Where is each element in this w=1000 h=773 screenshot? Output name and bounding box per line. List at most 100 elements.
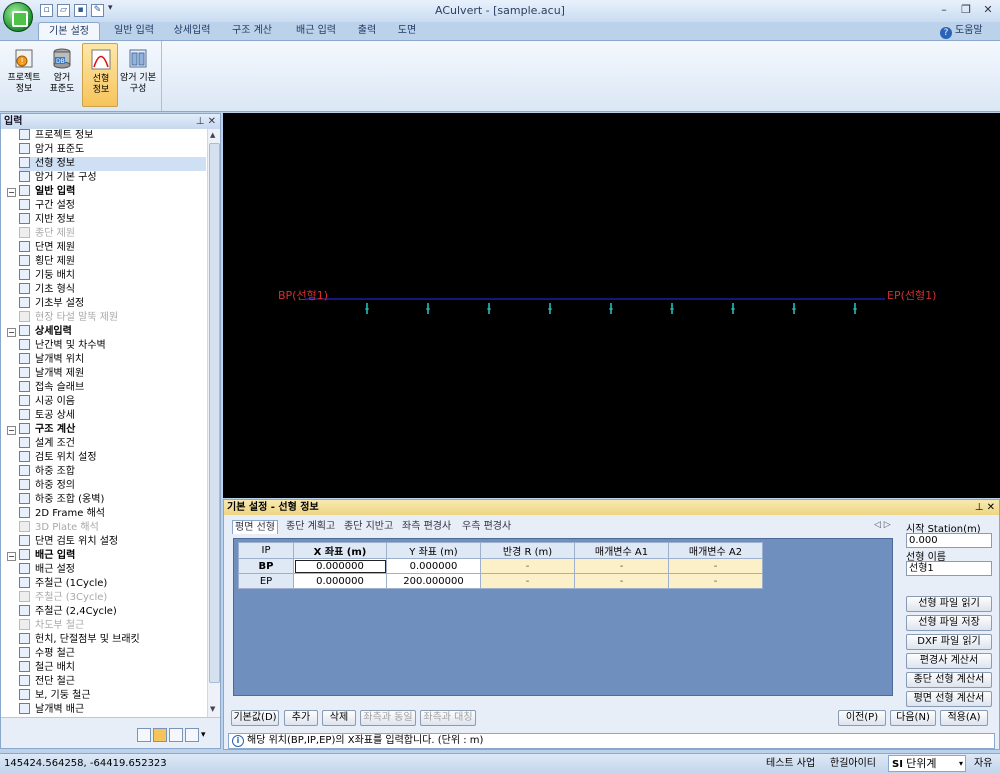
subtab-vertical-plan[interactable]: 종단 계획고	[286, 520, 335, 534]
alignment-name-input[interactable]: 선형1	[906, 561, 992, 576]
subtab-right-superelevation[interactable]: 우측 편경사	[462, 520, 511, 534]
cell-a2[interactable]: -	[668, 573, 763, 589]
next-button[interactable]: 다음(N)	[890, 710, 936, 726]
tree-item[interactable]: 횡단 제원	[19, 255, 206, 269]
new-file-icon[interactable]: ▫	[40, 4, 53, 17]
restore-button[interactable]: ❐	[956, 2, 976, 18]
tree-item[interactable]: 선형 정보	[19, 157, 206, 171]
tree-item[interactable]: 난간벽 및 차수벽	[19, 339, 206, 353]
collapse-toggle-icon[interactable]: −	[7, 552, 16, 561]
tree-item[interactable]: 검토 위치 설정	[19, 451, 206, 465]
tree-item[interactable]: 암거 기본 구성	[19, 171, 206, 185]
alignment-info-button[interactable]: 선형 정보	[82, 43, 118, 107]
toolbar-dropdown-icon[interactable]: ▾	[201, 730, 206, 740]
delete-button[interactable]: 삭제	[322, 710, 356, 726]
tree-item[interactable]: 2D Frame 해석	[19, 507, 206, 521]
collapse-toggle-icon[interactable]: −	[7, 328, 16, 337]
basic-layout-button[interactable]: 암거 기본 구성	[120, 43, 156, 107]
tree-group[interactable]: − 배근 입력	[7, 549, 206, 563]
cell-radius[interactable]: -	[480, 573, 575, 589]
tree-item[interactable]: 프로젝트 정보	[19, 129, 206, 143]
tree-item[interactable]: 토공 상세	[19, 409, 206, 423]
tree-item[interactable]: 날개벽 위치	[19, 353, 206, 367]
view-toggle-icon[interactable]	[137, 728, 151, 742]
subtab-plan-alignment[interactable]: 평면 선형	[232, 520, 278, 534]
tree-item[interactable]: 기둥 배치	[19, 269, 206, 283]
pane-pin-close-icons[interactable]: ⊥ ✕	[975, 500, 995, 515]
tree-item[interactable]: 주철근 (1Cycle)	[19, 577, 206, 591]
close-button[interactable]: ✕	[978, 2, 998, 18]
tree-item[interactable]: 주철근 (3Cycle)	[19, 591, 206, 605]
subtab-vertical-ground[interactable]: 종단 지반고	[344, 520, 393, 534]
tree-item[interactable]: 차도부 철근	[19, 619, 206, 633]
application-menu-button[interactable]	[3, 2, 33, 32]
help-button[interactable]: ? 도움말	[940, 22, 983, 40]
tree-item[interactable]: 종단 제원	[19, 227, 206, 241]
tree-item[interactable]: 보, 기둥 철근	[19, 689, 206, 703]
excel-icon[interactable]	[185, 728, 199, 742]
prev-button[interactable]: 이전(P)	[838, 710, 886, 726]
col-radius[interactable]: 반경 R (m)	[480, 542, 575, 559]
tree-item[interactable]: 접속 슬래브	[19, 381, 206, 395]
open-file-icon[interactable]: ▱	[57, 4, 70, 17]
add-button[interactable]: 추가	[284, 710, 318, 726]
tab-scroll-icons[interactable]: ◁ ▷	[874, 520, 891, 530]
tree-item[interactable]: 수평 철근	[19, 647, 206, 661]
tree-item[interactable]: 하중 정의	[19, 479, 206, 493]
tab-detail-input[interactable]: 상세입력	[166, 22, 218, 40]
save-icon[interactable]: ▪	[74, 4, 87, 17]
tree-scrollbar[interactable]: ▲ ▼	[207, 129, 220, 717]
tree-item[interactable]: 단면 제원	[19, 241, 206, 255]
tree-item[interactable]: 기초 형식	[19, 283, 206, 297]
tab-general-input[interactable]: 일반 입력	[104, 22, 164, 40]
tree-item[interactable]: 현장 타설 말뚝 제원	[19, 311, 206, 325]
tab-basic-settings[interactable]: 기본 설정	[38, 22, 100, 40]
collapse-toggle-icon[interactable]: −	[7, 426, 16, 435]
cell-radius[interactable]: -	[480, 558, 575, 574]
panel-pin-close-icons[interactable]: ⊥ ✕	[196, 114, 216, 129]
col-ip[interactable]: IP	[238, 542, 294, 559]
tree-group[interactable]: − 일반 입력	[7, 185, 206, 199]
tree-item[interactable]: 하중 조합	[19, 465, 206, 479]
apply-button[interactable]: 적용(A)	[940, 710, 988, 726]
collapse-toggle-icon[interactable]: −	[7, 188, 16, 197]
tree-item[interactable]: 설계 조건	[19, 437, 206, 451]
scroll-up-icon[interactable]: ▲	[210, 131, 215, 139]
quick-access-dropdown-icon[interactable]: ▾	[108, 3, 113, 13]
tab-rebar-input[interactable]: 배근 입력	[286, 22, 346, 40]
default-button[interactable]: 기본값(D)	[231, 710, 279, 726]
tree-group[interactable]: − 구조 계산	[7, 423, 206, 437]
read-alignment-file-button[interactable]: 선형 파일 읽기	[906, 596, 992, 612]
scroll-down-icon[interactable]: ▼	[210, 705, 215, 713]
tree-item[interactable]: 날개벽 배근	[19, 703, 206, 717]
start-station-input[interactable]: 0.000	[906, 533, 992, 548]
same-as-left-button[interactable]: 좌측과 동일	[360, 710, 416, 726]
cell-x[interactable]: 0.000000	[293, 558, 387, 574]
tree-item[interactable]: 3D Plate 해석	[19, 521, 206, 535]
cell-a2[interactable]: -	[668, 558, 763, 574]
subtab-left-superelevation[interactable]: 좌측 편경사	[402, 520, 451, 534]
tree-item[interactable]: 시공 이음	[19, 395, 206, 409]
tree-item[interactable]: 구간 설정	[19, 199, 206, 213]
tree-item[interactable]: 날개벽 제원	[19, 367, 206, 381]
tree-group[interactable]: − 상세입력	[7, 325, 206, 339]
tree-item[interactable]: 기초부 설정	[19, 297, 206, 311]
tab-output[interactable]: 출력	[350, 22, 384, 40]
col-x[interactable]: X 좌표 (m)	[293, 542, 387, 559]
edit-icon[interactable]: ✎	[91, 4, 104, 17]
tree-item[interactable]: 지반 정보	[19, 213, 206, 227]
minimize-button[interactable]: –	[934, 2, 954, 18]
superelevation-report-button[interactable]: 편경사 계산서	[906, 653, 992, 669]
tree-item[interactable]: 헌치, 단절점부 및 브래킷	[19, 633, 206, 647]
unit-system-select[interactable]: SI 단위계 ▾	[888, 755, 966, 772]
col-a1[interactable]: 매개변수 A1	[574, 542, 669, 559]
scrollbar-thumb[interactable]	[209, 143, 220, 683]
save-alignment-file-button[interactable]: 선형 파일 저장	[906, 615, 992, 631]
tree-item[interactable]: 전단 철근	[19, 675, 206, 689]
standard-drawing-button[interactable]: DB 암거 표준도	[44, 43, 80, 107]
cell-y[interactable]: 200.000000	[386, 573, 481, 589]
cell-y[interactable]: 0.000000	[386, 558, 481, 574]
tree-item[interactable]: 철근 배치	[19, 661, 206, 675]
cell-a1[interactable]: -	[574, 558, 669, 574]
tab-drawing[interactable]: 도면	[390, 22, 424, 40]
